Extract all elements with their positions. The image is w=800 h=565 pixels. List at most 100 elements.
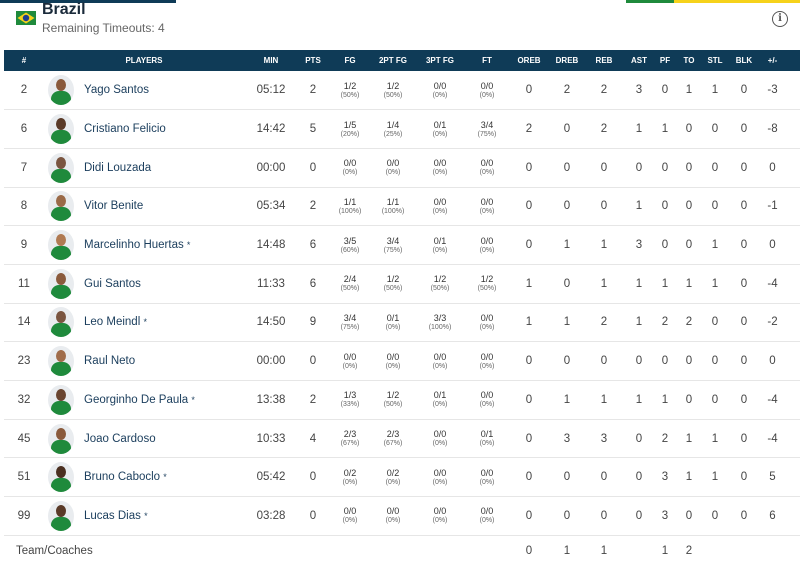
column-header[interactable]: STL <box>702 50 728 71</box>
p3-percentage: (0%) <box>432 246 448 254</box>
points: 2 <box>309 200 317 213</box>
player-cell[interactable]: Yago Santos <box>44 71 244 110</box>
player-row[interactable]: 11 Gui Santos 11:33 6 2/4 (50%) 1/2 (50%) 1/2(… <box>4 264 800 304</box>
column-header[interactable]: FT <box>466 50 508 71</box>
jersey-number: 7 <box>20 161 28 174</box>
column-header[interactable]: DREB <box>550 50 584 71</box>
oreb-value: 0 <box>525 355 533 368</box>
fg-percentage: (100%) <box>338 207 362 215</box>
column-header[interactable]: # <box>4 50 44 71</box>
player-cell[interactable]: Georginho De Paula * <box>44 381 244 420</box>
p3-made-attempted: 0/0 <box>433 351 447 362</box>
oreb-value: 0 <box>525 200 533 213</box>
player-row[interactable]: 32 Georginho De Paula * 13:38 2 1/3 (33%) 1/… <box>4 381 800 420</box>
player-cell[interactable]: Marcelinho Huertas * <box>44 226 244 265</box>
column-header[interactable]: BLK <box>728 50 760 71</box>
player-avatar <box>48 152 74 183</box>
player-cell[interactable]: Bruno Caboclo * <box>44 458 244 497</box>
ast-value: 1 <box>635 277 643 290</box>
fg-made-attempted: 3/4 <box>343 312 357 323</box>
player-avatar <box>48 500 74 531</box>
player-row[interactable]: 2 Yago Santos 05:12 2 1/2 (50%) 1/2 (50%) 0/0(… <box>4 71 800 110</box>
p3-made-attempted: 0/0 <box>433 158 447 169</box>
column-header[interactable]: AST <box>624 50 654 71</box>
player-name[interactable]: Bruno Caboclo <box>84 471 160 483</box>
player-name[interactable]: Lucas Dias <box>84 510 141 522</box>
column-header[interactable]: OREB <box>508 50 550 71</box>
points: 0 <box>309 509 317 522</box>
fg-made-attempted: 0/0 <box>343 506 357 517</box>
stl-value: 0 <box>711 123 719 136</box>
column-header[interactable]: TO <box>676 50 702 71</box>
player-name[interactable]: Cristiano Felicio <box>84 123 166 135</box>
pf-value: 3 <box>661 509 669 522</box>
fg-made-attempted: 0/2 <box>343 467 357 478</box>
to-value: 0 <box>685 123 693 136</box>
eff-value: 6 <box>785 71 800 110</box>
ft-percentage: (50%) <box>477 285 497 293</box>
player-name[interactable]: Vitor Benite <box>84 200 143 212</box>
jersey-number: 23 <box>17 355 31 368</box>
player-row[interactable]: 23 Raul Neto 00:00 0 0/0 (0%) 0/0 (0%) 0/0 (0%)… <box>4 342 800 381</box>
column-header[interactable]: 3PT FG <box>414 50 466 71</box>
player-row[interactable]: 99 Lucas Dias * 03:28 0 0/0 (0%) 0/0 (0%) 0/0(… <box>4 497 800 536</box>
p3-cell: 0/0 (0%) <box>414 458 466 497</box>
fg-percentage: (60%) <box>340 246 360 254</box>
player-cell[interactable]: Didi Louzada <box>44 148 244 187</box>
column-header[interactable]: EFF <box>785 50 800 71</box>
player-row[interactable]: 7 Didi Louzada 00:00 0 0/0 (0%) 0/0 (0%) 0/0 (0… <box>4 148 800 188</box>
to-value: 1 <box>685 471 693 484</box>
column-header[interactable]: PTS <box>298 50 328 71</box>
player-name[interactable]: Raul Neto <box>84 355 135 367</box>
stl-value: 1 <box>711 84 719 97</box>
dreb-value: 1 <box>563 239 571 252</box>
ft-cell: 0/1 (0%) <box>466 419 508 458</box>
player-row[interactable]: 51 Bruno Caboclo * 05:42 0 0/2 (0%) 0/2 (0%) 0… <box>4 458 800 497</box>
column-header[interactable]: PF <box>654 50 676 71</box>
pm-value: -4 <box>767 393 778 406</box>
ast-value: 0 <box>635 432 643 445</box>
player-avatar <box>48 307 74 338</box>
player-row[interactable]: 9 Marcelinho Huertas * 14:48 6 3/5 (60%) 3/4… <box>4 226 800 265</box>
player-cell[interactable]: Vitor Benite <box>44 187 244 226</box>
blk-value: 0 <box>740 471 748 484</box>
column-header[interactable]: +/- <box>760 50 785 71</box>
player-cell[interactable]: Joao Cardoso <box>44 419 244 458</box>
column-header[interactable]: PLAYERS <box>44 50 244 71</box>
player-name[interactable]: Joao Cardoso <box>84 433 156 445</box>
ft-percentage: (0%) <box>479 478 495 486</box>
fg-percentage: (50%) <box>340 285 360 293</box>
player-cell[interactable]: Raul Neto <box>44 342 244 381</box>
player-row[interactable]: 45 Joao Cardoso 10:33 4 2/3 (67%) 2/3 (67%) 0/… <box>4 419 800 458</box>
player-cell[interactable]: Gui Santos <box>44 264 244 303</box>
dreb-value: 2 <box>563 84 571 97</box>
remaining-timeouts: Remaining Timeouts: 4 <box>42 21 165 35</box>
info-icon[interactable]: i <box>772 11 788 27</box>
blk-value: 0 <box>740 316 748 329</box>
player-row[interactable]: 8 Vitor Benite 05:34 2 1/1 (100%) 1/1 (100%) 0… <box>4 187 800 226</box>
player-cell[interactable]: Cristiano Felicio <box>44 110 244 149</box>
player-row[interactable]: 14 Leo Meindl * 14:50 9 3/4 (75%) 0/1 (0%) 3/3… <box>4 303 800 342</box>
player-cell[interactable]: Lucas Dias * <box>44 497 244 536</box>
player-name[interactable]: Marcelinho Huertas <box>84 239 184 251</box>
player-cell[interactable]: Leo Meindl * <box>44 303 244 342</box>
minutes: 00:00 <box>256 161 286 174</box>
ft-percentage: (75%) <box>477 130 497 138</box>
oreb-value: 0 <box>525 84 533 97</box>
player-name[interactable]: Didi Louzada <box>84 162 151 174</box>
player-name[interactable]: Leo Meindl <box>84 316 140 328</box>
ft-percentage: (0%) <box>479 362 495 370</box>
column-header[interactable]: 2PT FG <box>372 50 414 71</box>
ft-cell: 0/0 (0%) <box>466 187 508 226</box>
column-header[interactable]: REB <box>584 50 624 71</box>
player-name[interactable]: Yago Santos <box>84 84 149 96</box>
column-header[interactable]: MIN <box>244 50 298 71</box>
p3-percentage: (0%) <box>432 130 448 138</box>
player-row[interactable]: 6 Cristiano Felicio 14:42 5 1/5 (20%) 1/4 (25… <box>4 110 800 149</box>
team-eff: 39 <box>785 535 800 565</box>
blk-value: 0 <box>740 84 748 97</box>
p3-percentage: (100%) <box>428 323 452 331</box>
player-name[interactable]: Gui Santos <box>84 278 141 290</box>
column-header[interactable]: FG <box>328 50 372 71</box>
player-name[interactable]: Georginho De Paula <box>84 394 188 406</box>
